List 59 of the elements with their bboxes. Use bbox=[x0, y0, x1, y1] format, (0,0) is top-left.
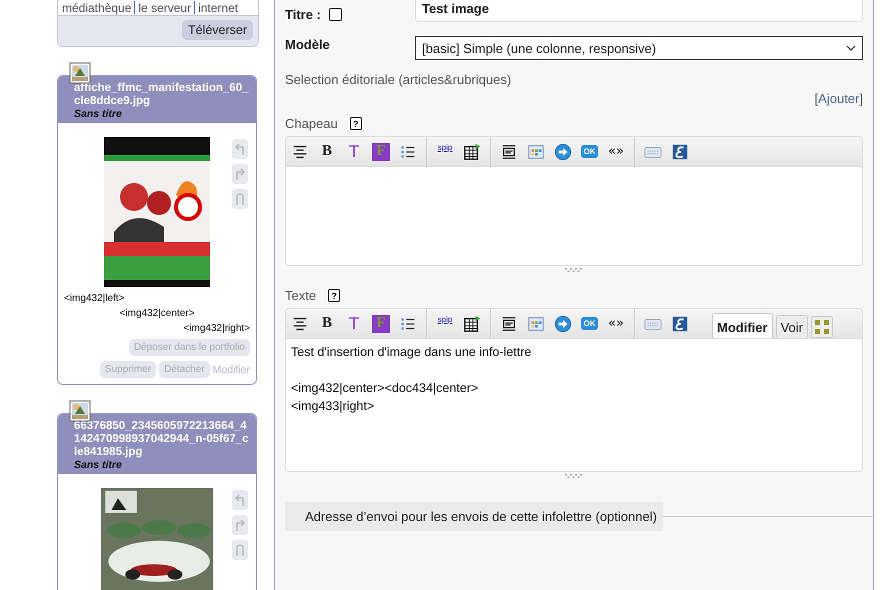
toolbar-button[interactable]: «» bbox=[607, 314, 625, 332]
text-line: <img433|right> bbox=[291, 399, 374, 413]
field-label: Modèle bbox=[285, 36, 330, 52]
script-logo-icon[interactable] bbox=[671, 314, 689, 332]
table-icon[interactable] bbox=[463, 142, 481, 160]
arrow-right-icon[interactable] bbox=[554, 314, 572, 332]
toolbar-button[interactable]: spip bbox=[436, 314, 454, 332]
toolbar-button[interactable]: T bbox=[345, 142, 363, 160]
resize-grip-icon[interactable] bbox=[564, 268, 584, 272]
chevron-down-icon bbox=[846, 45, 856, 51]
source-link[interactable]: internet bbox=[198, 0, 238, 14]
document-title: Sans titre bbox=[74, 459, 123, 471]
shortcut-code: <img432|right> bbox=[183, 323, 250, 334]
shortcut-code: <img432|left> bbox=[64, 293, 124, 304]
text-line: <img432|center><doc434|center> bbox=[291, 381, 478, 395]
title-field[interactable]: Test image bbox=[415, 0, 863, 22]
add-link[interactable]: Ajouter bbox=[818, 91, 860, 106]
toolbar-button[interactable]: B bbox=[318, 142, 336, 160]
paragraph-icon[interactable] bbox=[500, 314, 518, 332]
model-select[interactable]: [basic] Simple (une colonne, responsive) bbox=[415, 36, 863, 60]
toolbar-button[interactable]: T bbox=[345, 314, 363, 332]
file-name: affiche_ffmc_manifestation_60_cle8ddce9.jpg bbox=[74, 82, 250, 108]
flip-icon[interactable] bbox=[232, 540, 248, 560]
script-logo-icon[interactable] bbox=[671, 142, 689, 160]
grid-icon[interactable] bbox=[527, 142, 545, 160]
help-icon[interactable]: ? bbox=[328, 289, 340, 302]
grid-icon[interactable] bbox=[527, 314, 545, 332]
bracket: [ bbox=[814, 91, 818, 106]
fieldset-legend: Adresse d’envoi pour les envois de cette infolettre (optionnel) bbox=[285, 502, 663, 531]
document-title: Sans titre bbox=[74, 108, 123, 120]
source-link[interactable]: médiathèque bbox=[62, 0, 132, 14]
flip-icon[interactable] bbox=[232, 189, 248, 209]
rotate-right-icon[interactable] bbox=[232, 164, 248, 184]
resize-grip-icon[interactable] bbox=[564, 474, 584, 478]
help-icon[interactable]: ? bbox=[350, 117, 362, 130]
field-label: Texte bbox=[285, 288, 316, 303]
bracket: ] bbox=[859, 91, 863, 106]
toolbar-button[interactable]: B bbox=[318, 314, 336, 332]
toolbar-button[interactable]: spip bbox=[436, 142, 454, 160]
shortcut-code: <img432|center> bbox=[120, 308, 194, 319]
arrow-right-icon[interactable] bbox=[554, 142, 572, 160]
table-icon[interactable] bbox=[463, 314, 481, 332]
fullscreen-icon[interactable] bbox=[811, 316, 833, 338]
rotate-left-icon[interactable] bbox=[232, 490, 248, 510]
field-label: Selection éditoriale (articles&rubriques) bbox=[285, 72, 512, 87]
source-link[interactable]: le serveur bbox=[138, 0, 192, 14]
editor-tab[interactable]: Modifier bbox=[712, 313, 773, 338]
editor-tab[interactable]: Voir bbox=[776, 315, 808, 338]
text-area[interactable]: Test d'insertion d'image dans une info-lettre <img432|center><doc434|center> <img433|right> bbox=[285, 338, 863, 472]
toolbar-button[interactable]: «» bbox=[607, 142, 625, 160]
help-icon[interactable] bbox=[328, 8, 342, 21]
paragraph-icon[interactable] bbox=[500, 142, 518, 160]
field-label: Chapeau bbox=[285, 116, 338, 131]
rotate-left-icon[interactable] bbox=[232, 139, 248, 159]
file-name: 66376850_2345605972213664_4142470998937042944_n-05f67_cle841985.jpg bbox=[74, 420, 250, 459]
rotate-right-icon[interactable] bbox=[232, 515, 248, 535]
field-label: Titre : bbox=[285, 7, 321, 22]
text-line: Test d'insertion d'image dans une info-lettre bbox=[291, 345, 532, 359]
upload-button[interactable]: Téléverser bbox=[182, 20, 253, 40]
